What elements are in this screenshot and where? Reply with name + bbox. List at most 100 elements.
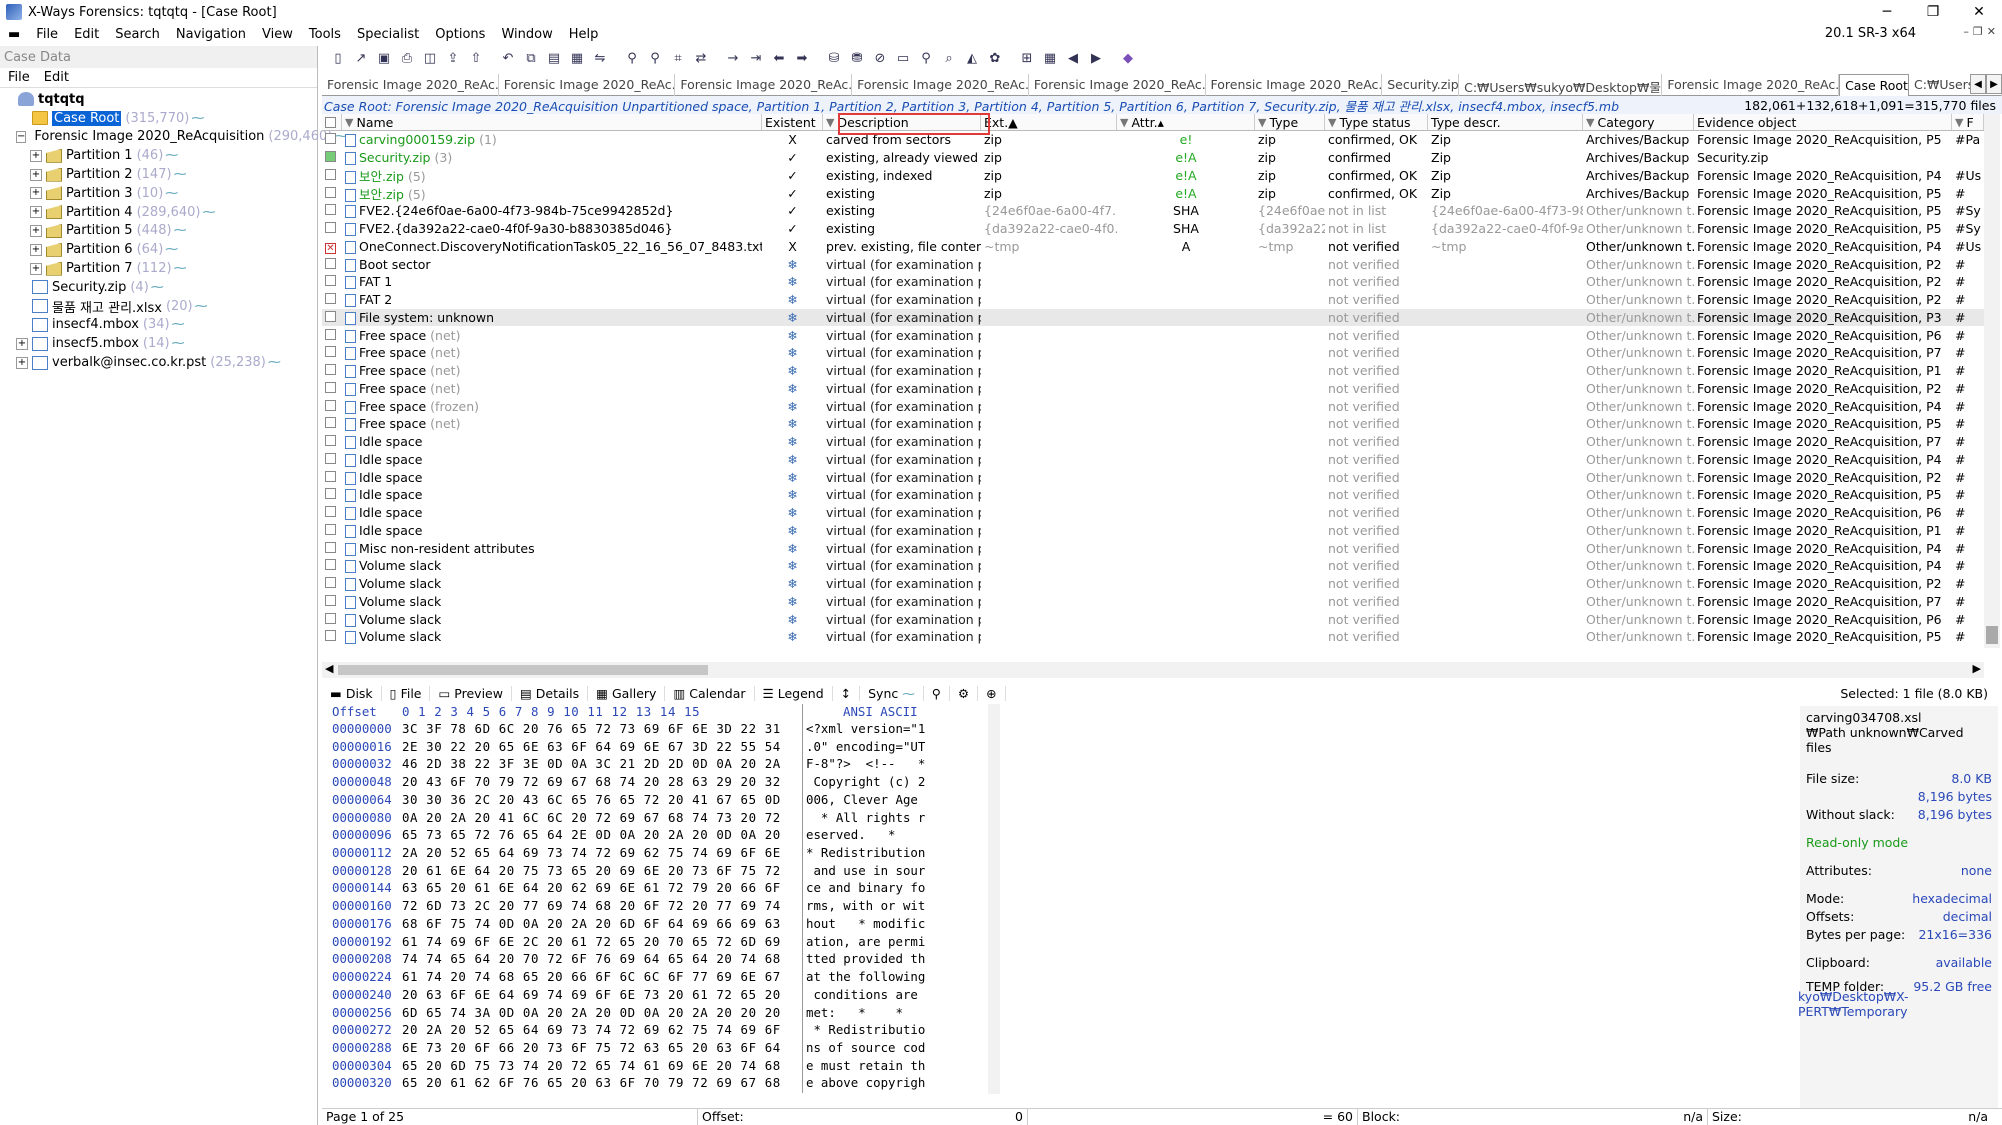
- hex-row[interactable]: 00000272 20 2A 20 52 65 64 69 73 74 72 69…: [322, 1022, 986, 1040]
- tree-node[interactable]: + Partition 6 (64) ⁓: [2, 240, 317, 259]
- col-existent[interactable]: Existent: [762, 114, 823, 130]
- row-checkbox[interactable]: [325, 399, 336, 411]
- goto-icon[interactable]: ⇥: [746, 49, 766, 67]
- hex-bytes[interactable]: 20 2A 20 52 65 64 69 73 74 72 69 62 75 7…: [402, 1022, 802, 1040]
- table-row[interactable]: Volume slack❄virtual (for examination p.…: [322, 575, 1984, 593]
- table-row[interactable]: Idle space ❄ virtual (for examination p...…: [322, 433, 1984, 451]
- hex-ascii[interactable]: tted provided th: [802, 951, 972, 970]
- filter-icon[interactable]: ▼: [345, 116, 353, 129]
- hex-row[interactable]: 00000080 0A 20 2A 20 41 6C 6C 20 72 69 67…: [322, 809, 986, 828]
- hex-bytes[interactable]: 2A 20 52 65 64 69 73 74 72 69 62 75 74 6…: [402, 845, 802, 863]
- row-checkbox[interactable]: [325, 435, 336, 447]
- find-hex-icon[interactable]: ⚲: [645, 49, 665, 67]
- save-icon[interactable]: ▣: [374, 49, 394, 67]
- row-checkbox-cell[interactable]: [322, 363, 342, 378]
- case-menu-file[interactable]: File: [8, 70, 30, 85]
- table-row[interactable]: Free space (net) ❄ virtual (for examination…: [322, 344, 1984, 362]
- hex-row[interactable]: 00000032 46 2D 38 22 3F 3E 0D 0A 3C 21 2D…: [322, 756, 986, 775]
- row-checkbox[interactable]: [325, 346, 336, 358]
- tab-calendar[interactable]: ▥ Calendar: [665, 685, 755, 701]
- row-checkbox[interactable]: [325, 577, 336, 589]
- hex-ascii[interactable]: rms, with or wit: [802, 898, 972, 916]
- directory-tab[interactable]: Forensic Image 2020_ReAc...: [852, 74, 1029, 96]
- row-checkbox-cell[interactable]: [322, 132, 342, 147]
- hex-ascii[interactable]: ns of source cod: [802, 1039, 972, 1058]
- col-type-status[interactable]: ▼ Type status: [1325, 114, 1428, 130]
- hex-bytes[interactable]: 20 61 6E 64 20 75 73 65 20 69 6E 20 73 6…: [402, 863, 802, 881]
- hex-row[interactable]: 00000112 2A 20 52 65 64 69 73 74 72 69 62…: [322, 845, 986, 863]
- expand-icon[interactable]: +: [30, 243, 42, 256]
- directory-tab[interactable]: Forensic Image 2020_ReAc...: [499, 74, 676, 96]
- recursive-arrow-icon[interactable]: ⁓: [174, 261, 187, 276]
- search-hex-button[interactable]: ⚲: [924, 685, 950, 701]
- table-row[interactable]: FAT 2 ❄ virtual (for examination p... not v…: [322, 291, 1984, 309]
- hex-bytes[interactable]: 6D 65 74 3A 0D 0A 20 2A 20 0D 0A 20 2A 2…: [402, 1005, 802, 1023]
- row-checkbox-cell[interactable]: [322, 434, 342, 449]
- row-checkbox-cell[interactable]: [322, 576, 342, 591]
- row-checkbox[interactable]: [325, 222, 336, 234]
- back-icon[interactable]: ⬅: [769, 49, 789, 67]
- expand-icon[interactable]: +: [30, 224, 42, 237]
- tree-node[interactable]: + Partition 7 (112) ⁓: [2, 259, 317, 278]
- row-checkbox-cell[interactable]: [322, 328, 342, 343]
- menu-tools[interactable]: Tools: [301, 27, 349, 42]
- table-row[interactable]: Free space (net) ❄ virtual (for examination…: [322, 380, 1984, 398]
- directory-tab[interactable]: C:₩Users₩sukyo₩Desktop₩물...: [1459, 74, 1663, 96]
- recursive-arrow-icon[interactable]: ⁓: [191, 111, 204, 126]
- row-checkbox-cell[interactable]: [322, 487, 342, 502]
- export-icon[interactable]: ⇪: [443, 49, 463, 67]
- row-checkbox-cell[interactable]: [322, 541, 342, 556]
- hex-bytes[interactable]: 30 30 36 2C 20 43 6C 65 76 65 72 20 41 6…: [402, 792, 802, 810]
- row-checkbox-cell[interactable]: [322, 629, 342, 644]
- recursive-arrow-icon[interactable]: ⁓: [165, 186, 178, 201]
- binoculars-icon[interactable]: ⚲: [622, 49, 642, 67]
- hex-row[interactable]: 00000096 65 73 65 72 76 65 64 2E 0D 0A 20…: [322, 827, 986, 846]
- expand-icon[interactable]: +: [30, 168, 42, 181]
- hex-ascii[interactable]: eserved. *: [802, 827, 972, 846]
- table-row[interactable]: Volume slack❄virtual (for examination p.…: [322, 628, 1984, 646]
- hex-bytes[interactable]: 72 6D 73 2C 20 77 69 74 68 20 6F 72 20 7…: [402, 898, 802, 916]
- hex-ascii[interactable]: * Redistribution: [802, 845, 972, 863]
- col-ext[interactable]: Ext. ▲: [981, 114, 1117, 130]
- new-case-icon[interactable]: ▯: [328, 49, 348, 67]
- row-checkbox-cell[interactable]: [322, 416, 342, 431]
- row-checkbox[interactable]: [325, 381, 336, 393]
- row-checkbox[interactable]: [325, 541, 336, 553]
- table-row[interactable]: Volume slack❄virtual (for examination p.…: [322, 557, 1984, 575]
- arrow-right-icon[interactable]: →: [723, 49, 743, 67]
- settings-icon[interactable]: ✿: [985, 49, 1005, 67]
- prev-icon[interactable]: ◀: [1063, 49, 1083, 67]
- directory-tab[interactable]: Forensic Image 2020_ReAc...: [1662, 74, 1840, 96]
- filter-icon[interactable]: ▼: [1328, 116, 1336, 129]
- zoom-icon[interactable]: ⚲: [916, 49, 936, 67]
- forward-icon[interactable]: ➡: [792, 49, 812, 67]
- tree-node[interactable]: + Partition 3 (10) ⁓: [2, 184, 317, 203]
- mdi-restore-icon[interactable]: ❐: [1973, 25, 1983, 38]
- col-category[interactable]: ▼ Category: [1583, 114, 1694, 130]
- hex-row[interactable]: 00000144 63 65 20 61 6E 64 20 62 69 6E 61…: [322, 880, 986, 899]
- row-checkbox-cell[interactable]: [322, 292, 342, 307]
- row-checkbox[interactable]: [325, 328, 336, 340]
- row-checkbox[interactable]: [325, 364, 336, 376]
- hex-bytes[interactable]: 61 74 20 74 68 65 20 66 6F 6C 6C 6F 77 6…: [402, 969, 802, 987]
- table-row[interactable]: Free space (net) ❄ virtual (for examination…: [322, 415, 1984, 433]
- menu-help[interactable]: Help: [561, 27, 607, 42]
- row-checkbox-cell[interactable]: [322, 257, 342, 272]
- search-icon[interactable]: ⌕: [939, 49, 959, 67]
- table-row[interactable]: Volume slack❄virtual (for examination p.…: [322, 610, 1984, 628]
- file-list-vscroll[interactable]: [1984, 114, 2000, 648]
- row-checkbox-cell[interactable]: [322, 310, 342, 325]
- select-all-checkbox[interactable]: [325, 116, 336, 128]
- hex-row[interactable]: 00000128 20 61 6E 64 20 75 73 65 20 69 6E…: [322, 862, 986, 881]
- filter-icon[interactable]: ▼: [826, 116, 834, 129]
- hex-bytes[interactable]: 3C 3F 78 6D 6C 20 76 65 72 73 69 6F 6E 3…: [402, 721, 802, 739]
- tree-node[interactable]: + Partition 1 (46) ⁓: [2, 146, 317, 165]
- hex-ascii[interactable]: <?xml version="1: [802, 721, 972, 739]
- grid-icon[interactable]: ⊞: [1017, 49, 1037, 67]
- row-checkbox-cell[interactable]: [322, 594, 342, 609]
- table-icon[interactable]: ▦: [1040, 49, 1060, 67]
- row-checkbox[interactable]: [325, 204, 336, 216]
- row-checkbox[interactable]: [325, 452, 336, 464]
- directory-tab[interactable]: Forensic Image 2020_ReAc...: [1029, 74, 1206, 96]
- row-checkbox-cell[interactable]: [322, 150, 342, 165]
